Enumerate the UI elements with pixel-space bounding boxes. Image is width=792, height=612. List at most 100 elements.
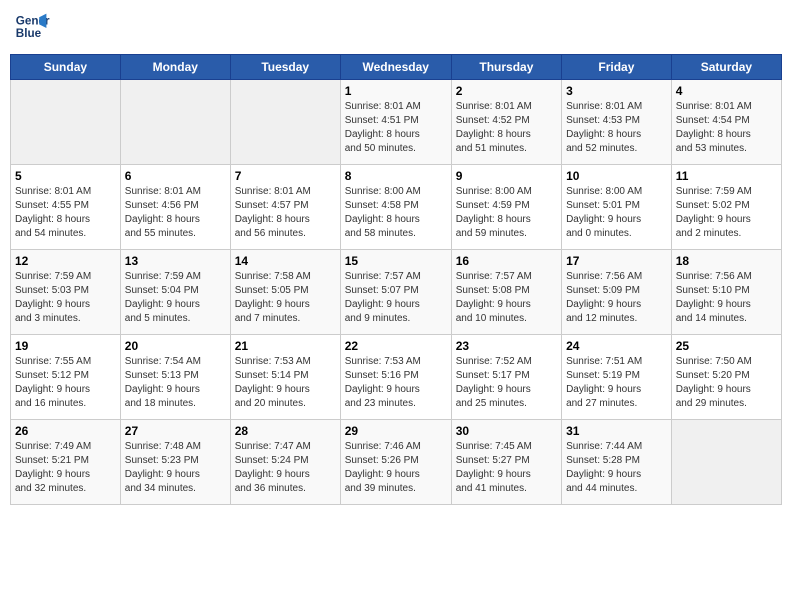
calendar-cell: 13 Sunrise: 7:59 AM Sunset: 5:04 PM Dayli… [120, 250, 230, 335]
calendar-cell: 22 Sunrise: 7:53 AM Sunset: 5:16 PM Dayli… [340, 335, 451, 420]
weekday-header: Tuesday [230, 55, 340, 80]
day-number: 29 [345, 424, 447, 438]
day-info: Sunrise: 7:50 AM Sunset: 5:20 PM Dayligh… [676, 355, 777, 411]
calendar-cell: 4 Sunrise: 8:01 AM Sunset: 4:54 PM Daylig… [671, 80, 781, 165]
day-info: Sunrise: 7:45 AM Sunset: 5:27 PM Dayligh… [456, 440, 557, 496]
day-number: 4 [676, 84, 777, 98]
calendar-cell: 25 Sunrise: 7:50 AM Sunset: 5:20 PM Dayli… [671, 335, 781, 420]
calendar-week-row: 1 Sunrise: 8:01 AM Sunset: 4:51 PM Daylig… [11, 80, 782, 165]
day-number: 13 [125, 254, 226, 268]
day-number: 20 [125, 339, 226, 353]
day-number: 22 [345, 339, 447, 353]
calendar-cell: 5 Sunrise: 8:01 AM Sunset: 4:55 PM Daylig… [11, 165, 121, 250]
day-info: Sunrise: 8:00 AM Sunset: 5:01 PM Dayligh… [566, 185, 667, 241]
day-number: 8 [345, 169, 447, 183]
calendar-cell: 14 Sunrise: 7:58 AM Sunset: 5:05 PM Dayli… [230, 250, 340, 335]
calendar-cell: 23Sunrise: 7:52 AM Sunset: 5:17 PM Dayli… [451, 335, 561, 420]
day-info: Sunrise: 8:01 AM Sunset: 4:51 PM Dayligh… [345, 100, 447, 156]
day-info: Sunrise: 7:47 AM Sunset: 5:24 PM Dayligh… [235, 440, 336, 496]
calendar-table: SundayMondayTuesdayWednesdayThursdayFrid… [10, 54, 782, 505]
day-info: Sunrise: 8:01 AM Sunset: 4:54 PM Dayligh… [676, 100, 777, 156]
day-number: 14 [235, 254, 336, 268]
logo-icon: General Blue [14, 10, 50, 46]
day-info: Sunrise: 7:53 AM Sunset: 5:14 PM Dayligh… [235, 355, 336, 411]
day-number: 6 [125, 169, 226, 183]
day-info: Sunrise: 7:59 AM Sunset: 5:04 PM Dayligh… [125, 270, 226, 326]
weekday-header-row: SundayMondayTuesdayWednesdayThursdayFrid… [11, 55, 782, 80]
calendar-cell: 20 Sunrise: 7:54 AM Sunset: 5:13 PM Dayli… [120, 335, 230, 420]
day-info: Sunrise: 7:56 AM Sunset: 5:09 PM Dayligh… [566, 270, 667, 326]
day-info: Sunrise: 8:01 AM Sunset: 4:57 PM Dayligh… [235, 185, 336, 241]
day-info: Sunrise: 7:44 AM Sunset: 5:28 PM Dayligh… [566, 440, 667, 496]
calendar-cell: 11Sunrise: 7:59 AM Sunset: 5:02 PM Dayli… [671, 165, 781, 250]
calendar-cell: 17 Sunrise: 7:56 AM Sunset: 5:09 PM Dayli… [562, 250, 672, 335]
day-info: Sunrise: 8:01 AM Sunset: 4:52 PM Dayligh… [456, 100, 557, 156]
day-number: 9 [456, 169, 557, 183]
day-number: 21 [235, 339, 336, 353]
day-number: 24 [566, 339, 667, 353]
calendar-cell: 2 Sunrise: 8:01 AM Sunset: 4:52 PM Daylig… [451, 80, 561, 165]
day-number: 26 [15, 424, 116, 438]
day-info: Sunrise: 7:49 AM Sunset: 5:21 PM Dayligh… [15, 440, 116, 496]
calendar-cell: 28 Sunrise: 7:47 AM Sunset: 5:24 PM Dayli… [230, 420, 340, 505]
day-info: Sunrise: 7:55 AM Sunset: 5:12 PM Dayligh… [15, 355, 116, 411]
logo: General Blue [14, 10, 50, 46]
day-info: Sunrise: 7:48 AM Sunset: 5:23 PM Dayligh… [125, 440, 226, 496]
day-info: Sunrise: 7:53 AM Sunset: 5:16 PM Dayligh… [345, 355, 447, 411]
day-number: 5 [15, 169, 116, 183]
day-number: 25 [676, 339, 777, 353]
day-number: 17 [566, 254, 667, 268]
day-number: 28 [235, 424, 336, 438]
calendar-cell [120, 80, 230, 165]
weekday-header: Saturday [671, 55, 781, 80]
calendar-cell: 29Sunrise: 7:46 AM Sunset: 5:26 PM Dayli… [340, 420, 451, 505]
day-number: 23 [456, 339, 557, 353]
weekday-header: Thursday [451, 55, 561, 80]
calendar-cell: 19Sunrise: 7:55 AM Sunset: 5:12 PM Dayli… [11, 335, 121, 420]
day-number: 7 [235, 169, 336, 183]
calendar-cell: 31 Sunrise: 7:44 AM Sunset: 5:28 PM Dayli… [562, 420, 672, 505]
calendar-cell: 30Sunrise: 7:45 AM Sunset: 5:27 PM Dayli… [451, 420, 561, 505]
day-info: Sunrise: 8:01 AM Sunset: 4:56 PM Dayligh… [125, 185, 226, 241]
day-info: Sunrise: 7:54 AM Sunset: 5:13 PM Dayligh… [125, 355, 226, 411]
calendar-cell: 18 Sunrise: 7:56 AM Sunset: 5:10 PM Dayli… [671, 250, 781, 335]
day-number: 31 [566, 424, 667, 438]
calendar-cell [230, 80, 340, 165]
day-info: Sunrise: 8:00 AM Sunset: 4:59 PM Dayligh… [456, 185, 557, 241]
weekday-header: Monday [120, 55, 230, 80]
calendar-cell: 7 Sunrise: 8:01 AM Sunset: 4:57 PM Daylig… [230, 165, 340, 250]
calendar-cell: 27 Sunrise: 7:48 AM Sunset: 5:23 PM Dayli… [120, 420, 230, 505]
day-info: Sunrise: 7:57 AM Sunset: 5:08 PM Dayligh… [456, 270, 557, 326]
day-number: 27 [125, 424, 226, 438]
calendar-cell: 15Sunrise: 7:57 AM Sunset: 5:07 PM Dayli… [340, 250, 451, 335]
calendar-cell: 3Sunrise: 8:01 AM Sunset: 4:53 PM Daylig… [562, 80, 672, 165]
calendar-cell: 6 Sunrise: 8:01 AM Sunset: 4:56 PM Daylig… [120, 165, 230, 250]
calendar-week-row: 19Sunrise: 7:55 AM Sunset: 5:12 PM Dayli… [11, 335, 782, 420]
day-info: Sunrise: 7:57 AM Sunset: 5:07 PM Dayligh… [345, 270, 447, 326]
calendar-cell: 24Sunrise: 7:51 AM Sunset: 5:19 PM Dayli… [562, 335, 672, 420]
day-info: Sunrise: 7:58 AM Sunset: 5:05 PM Dayligh… [235, 270, 336, 326]
calendar-cell: 9 Sunrise: 8:00 AM Sunset: 4:59 PM Daylig… [451, 165, 561, 250]
calendar-cell: 16 Sunrise: 7:57 AM Sunset: 5:08 PM Dayli… [451, 250, 561, 335]
day-info: Sunrise: 8:01 AM Sunset: 4:55 PM Dayligh… [15, 185, 116, 241]
calendar-cell: 12 Sunrise: 7:59 AM Sunset: 5:03 PM Dayli… [11, 250, 121, 335]
weekday-header: Wednesday [340, 55, 451, 80]
svg-text:Blue: Blue [16, 27, 42, 40]
day-number: 16 [456, 254, 557, 268]
day-number: 12 [15, 254, 116, 268]
day-number: 18 [676, 254, 777, 268]
day-number: 10 [566, 169, 667, 183]
calendar-cell: 21 Sunrise: 7:53 AM Sunset: 5:14 PM Dayli… [230, 335, 340, 420]
weekday-header: Sunday [11, 55, 121, 80]
calendar-week-row: 26 Sunrise: 7:49 AM Sunset: 5:21 PM Dayli… [11, 420, 782, 505]
calendar-cell: 8Sunrise: 8:00 AM Sunset: 4:58 PM Daylig… [340, 165, 451, 250]
calendar-week-row: 12 Sunrise: 7:59 AM Sunset: 5:03 PM Dayli… [11, 250, 782, 335]
day-info: Sunrise: 7:59 AM Sunset: 5:03 PM Dayligh… [15, 270, 116, 326]
calendar-week-row: 5 Sunrise: 8:01 AM Sunset: 4:55 PM Daylig… [11, 165, 782, 250]
day-number: 1 [345, 84, 447, 98]
day-number: 2 [456, 84, 557, 98]
day-info: Sunrise: 7:56 AM Sunset: 5:10 PM Dayligh… [676, 270, 777, 326]
page-header: General Blue [10, 10, 782, 46]
calendar-cell [671, 420, 781, 505]
day-info: Sunrise: 8:01 AM Sunset: 4:53 PM Dayligh… [566, 100, 667, 156]
